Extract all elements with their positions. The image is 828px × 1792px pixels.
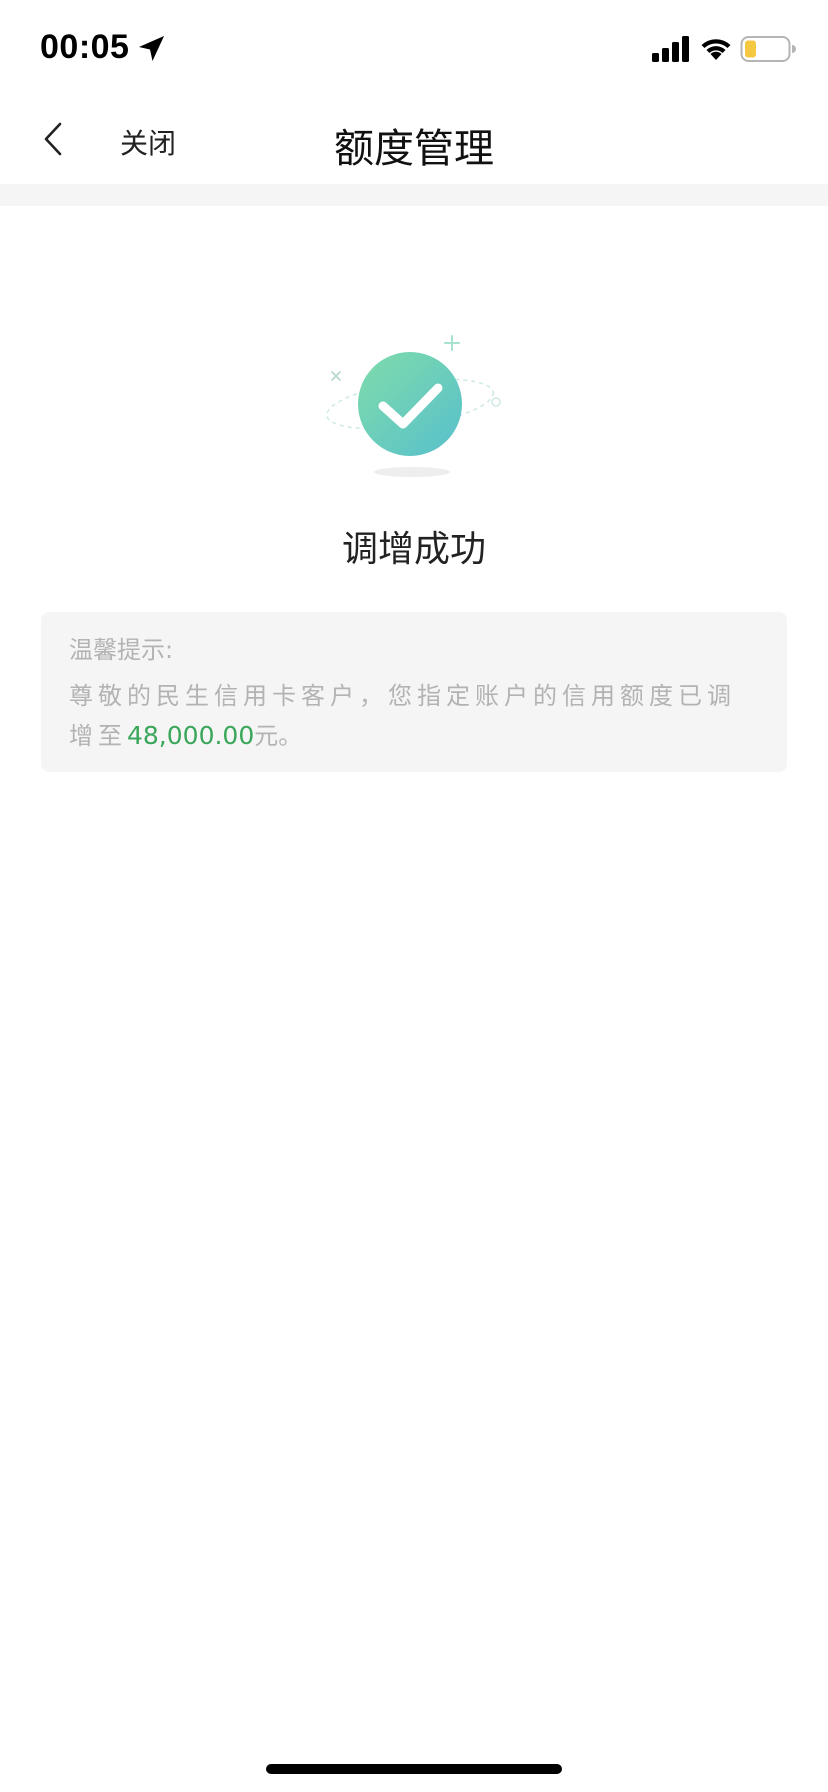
cellular-signal-icon [652,36,689,62]
home-indicator[interactable] [266,1764,562,1774]
back-button[interactable] [30,114,80,164]
battery-icon [740,36,796,62]
tip-unit: 元。 [254,722,303,750]
nav-bar: 关闭 额度管理 [0,96,828,184]
wifi-icon [701,39,731,60]
page: 00:05 关闭 额度管理 调增成功 温馨提示: 尊敬的民生信用卡客户，您指定账… [0,0,828,1792]
close-button[interactable]: 关闭 [120,122,176,162]
success-check-icon [326,335,501,477]
result-title: 调增成功 [341,529,486,570]
status-time: 00:05 [40,28,130,66]
tip-box: 温馨提示: 尊敬的民生信用卡客户，您指定账户的信用额度已调增至48,000.00… [41,612,787,772]
nav-divider [0,184,828,206]
credit-limit-amount: 48,000.00 [127,721,255,750]
status-bar: 00:05 [0,0,828,96]
tip-body: 尊敬的民生信用卡客户，您指定账户的信用额度已调增至48,000.00元。 [69,676,759,756]
location-arrow-icon [139,36,164,61]
chevron-left-icon [44,122,62,156]
tip-heading: 温馨提示: [69,636,174,664]
